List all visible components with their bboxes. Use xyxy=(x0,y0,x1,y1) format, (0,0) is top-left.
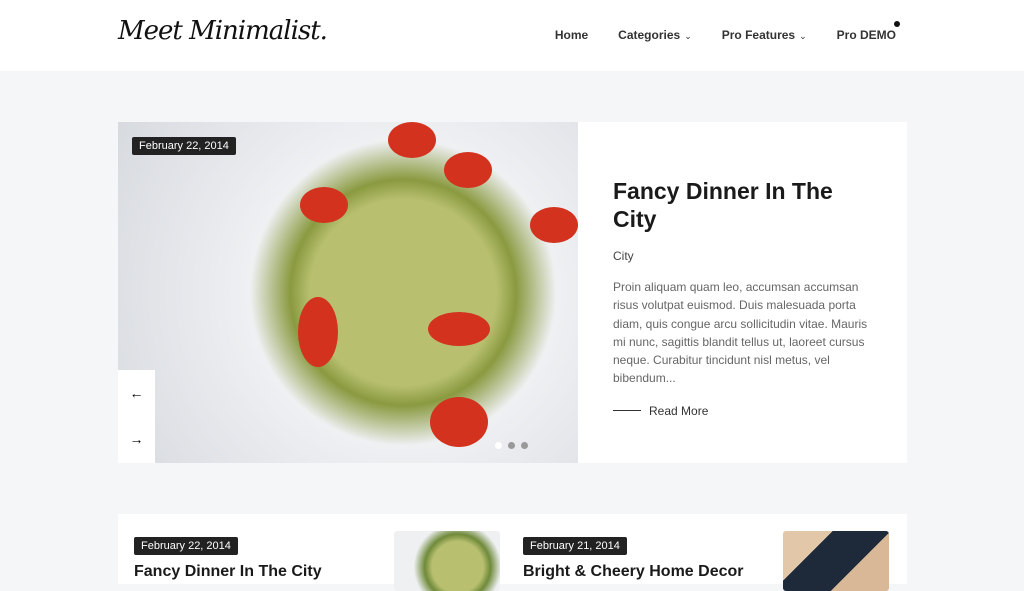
post-date-badge: February 21, 2014 xyxy=(523,537,627,555)
chevron-down-icon: ⌄ xyxy=(684,31,692,41)
slider-dot[interactable] xyxy=(521,442,528,449)
nav-label: Pro Features xyxy=(721,28,796,42)
post-list: February 22, 2014 Fancy Dinner In The Ci… xyxy=(118,514,907,591)
nav-label: Pro DEMO xyxy=(836,28,896,42)
nav-pro-features[interactable]: Pro Features ⌄ xyxy=(722,28,807,42)
post-title[interactable]: Bright & Cheery Home Decor xyxy=(523,563,744,581)
post-date-badge: February 22, 2014 xyxy=(134,537,238,555)
slide-excerpt: Proin aliquam quam leo, accumsan accumsa… xyxy=(613,280,868,386)
site-header: Meet Minimalist. Home Categories ⌄ Pro Fe… xyxy=(0,0,1024,71)
slide-content: Fancy Dinner In The City City Proin aliq… xyxy=(613,177,878,418)
tomato-image-detail xyxy=(300,187,348,223)
tomato-image-detail xyxy=(444,152,492,188)
nav-categories[interactable]: Categories ⌄ xyxy=(618,28,692,42)
slider-arrows: ← → xyxy=(118,370,155,463)
tomato-image-detail xyxy=(298,297,338,367)
featured-slider: February 22, 2014 ← → Fancy Dinner In Th… xyxy=(118,122,907,463)
tomato-image-detail xyxy=(388,122,436,158)
post-title[interactable]: Fancy Dinner In The City xyxy=(134,563,322,581)
nav-label: Categories xyxy=(618,28,681,42)
read-more-label: Read More xyxy=(649,403,709,418)
nav-home[interactable]: Home xyxy=(555,28,588,42)
slide-date-badge: February 22, 2014 xyxy=(132,137,236,155)
arrow-left-icon[interactable]: ← xyxy=(118,370,155,416)
slide-title[interactable]: Fancy Dinner In The City xyxy=(613,177,878,233)
site-logo[interactable]: Meet Minimalist. xyxy=(118,16,328,46)
slide-image[interactable] xyxy=(118,122,578,463)
slide-category[interactable]: City xyxy=(613,249,878,263)
slider-dot[interactable] xyxy=(508,442,515,449)
read-more-link[interactable]: Read More xyxy=(613,404,878,418)
arrow-right-icon[interactable]: → xyxy=(118,416,155,462)
tomato-image-detail xyxy=(430,397,488,447)
notification-dot-icon xyxy=(894,21,900,27)
chevron-down-icon: ⌄ xyxy=(799,31,807,41)
main-nav: Home Categories ⌄ Pro Features ⌄ Pro DEMO xyxy=(555,21,900,42)
slider-dots xyxy=(495,442,528,449)
read-more-line-icon xyxy=(613,410,641,412)
tomato-image-detail xyxy=(530,207,578,243)
post-thumbnail[interactable] xyxy=(394,531,500,591)
slider-dot[interactable] xyxy=(495,442,502,449)
tomato-image-detail xyxy=(428,312,490,346)
nav-label: Home xyxy=(554,28,589,42)
nav-pro-demo[interactable]: Pro DEMO xyxy=(836,21,900,42)
post-thumbnail[interactable] xyxy=(783,531,889,591)
